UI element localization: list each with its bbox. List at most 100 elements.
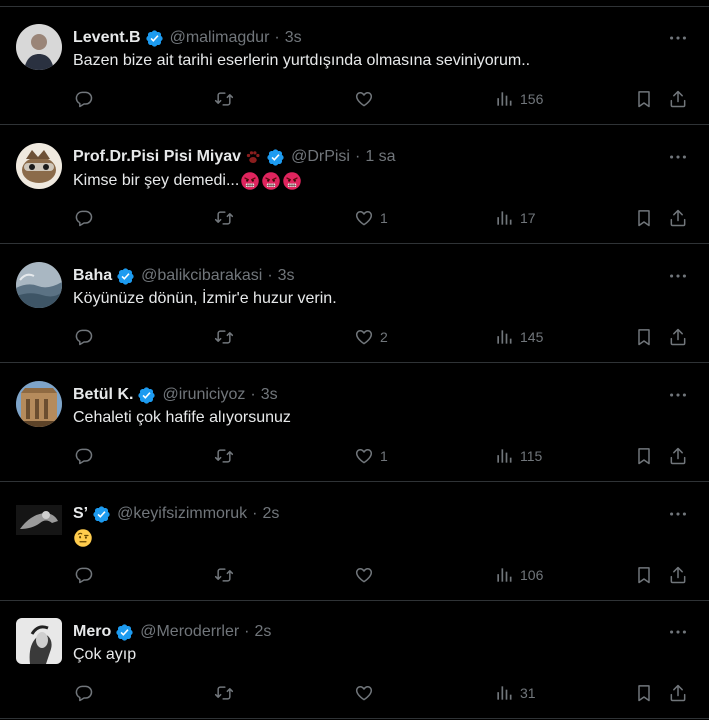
like-icon	[354, 89, 374, 109]
like-icon	[354, 565, 374, 585]
more-horizontal-icon[interactable]	[667, 503, 689, 525]
retweet-button[interactable]	[214, 563, 234, 587]
separator-dot: ·	[244, 623, 250, 640]
tweet-actions: 106	[72, 563, 692, 587]
views-button[interactable]: 156	[494, 87, 543, 111]
like-button[interactable]: 1	[354, 206, 388, 230]
bookmark-button[interactable]	[634, 563, 654, 587]
share-button[interactable]	[668, 681, 688, 705]
bookmark-button[interactable]	[634, 206, 654, 230]
timestamp[interactable]: 3s	[261, 386, 278, 404]
display-name[interactable]: Levent.B	[73, 29, 141, 47]
display-name[interactable]: Betül K.	[73, 386, 133, 404]
verified-badge-icon	[266, 148, 285, 167]
views-button[interactable]: 145	[494, 325, 543, 349]
reply-icon	[74, 89, 94, 109]
tweet-text: Çok ayıp	[73, 646, 137, 663]
user-handle[interactable]: @iruniciyoz	[162, 386, 245, 404]
share-button[interactable]	[668, 563, 688, 587]
retweet-button[interactable]	[214, 325, 234, 349]
views-icon	[494, 327, 514, 347]
more-horizontal-icon[interactable]	[667, 265, 689, 287]
retweet-button[interactable]	[214, 681, 234, 705]
tweet-header: Baha @balikcibarakasi · 3s	[73, 264, 649, 288]
reply-button[interactable]	[74, 563, 94, 587]
tweet[interactable]: S’ @keyifsizimmoruk · 2s 106	[0, 483, 709, 601]
views-button[interactable]: 115	[494, 444, 542, 468]
views-icon	[494, 446, 514, 466]
angry-face-icon	[240, 171, 260, 191]
user-handle[interactable]: @keyifsizimmoruk	[117, 505, 247, 523]
share-button[interactable]	[668, 206, 688, 230]
more-horizontal-icon[interactable]	[667, 384, 689, 406]
reply-icon	[74, 327, 94, 347]
share-button[interactable]	[668, 444, 688, 468]
display-name[interactable]: Prof.Dr.Pisi Pisi Miyav	[73, 148, 241, 166]
display-name[interactable]: S’	[73, 505, 88, 523]
like-button[interactable]	[354, 563, 380, 587]
timestamp[interactable]: 2s	[262, 505, 279, 523]
timestamp[interactable]: 1 sa	[365, 148, 395, 166]
more-horizontal-icon[interactable]	[667, 621, 689, 643]
retweet-button[interactable]	[214, 206, 234, 230]
reply-button[interactable]	[74, 444, 94, 468]
bookmark-button[interactable]	[634, 87, 654, 111]
tweet-header: S’ @keyifsizimmoruk · 2s	[73, 502, 649, 526]
user-handle[interactable]: @Meroderrler	[140, 623, 239, 641]
retweet-icon	[214, 683, 234, 703]
views-button[interactable]: 31	[494, 681, 536, 705]
views-button[interactable]: 106	[494, 563, 543, 587]
reply-button[interactable]	[74, 681, 94, 705]
reply-button[interactable]	[74, 325, 94, 349]
reply-button[interactable]	[74, 206, 94, 230]
timestamp[interactable]: 3s	[285, 29, 302, 47]
bookmark-button[interactable]	[634, 681, 654, 705]
tweet[interactable]: Betül K. @iruniciyoz · 3s Cehaleti çok h…	[0, 364, 709, 482]
avatar[interactable]	[16, 24, 62, 70]
share-button[interactable]	[668, 87, 688, 111]
retweet-button[interactable]	[214, 87, 234, 111]
views-icon	[494, 683, 514, 703]
tweet[interactable]: Prof.Dr.Pisi Pisi Miyav @DrPisi · 1 sa K…	[0, 126, 709, 244]
avatar[interactable]	[16, 618, 62, 664]
like-button[interactable]	[354, 87, 380, 111]
avatar[interactable]	[16, 381, 62, 427]
like-button[interactable]: 2	[354, 325, 388, 349]
reply-button[interactable]	[74, 87, 94, 111]
tweet-text: Kimse bir şey demedi...	[73, 172, 240, 189]
tweet-text: Köyünüze dönün, İzmir'e huzur verin.	[73, 290, 337, 307]
tweet[interactable]: Levent.B @malimagdur · 3s Bazen bize ait…	[0, 7, 709, 125]
face-with-raised-eyebrow-icon	[73, 528, 93, 548]
retweet-button[interactable]	[214, 444, 234, 468]
tweet[interactable]: Baha @balikcibarakasi · 3s Köyünüze dönü…	[0, 245, 709, 363]
bookmark-icon	[634, 446, 654, 466]
timestamp[interactable]: 2s	[255, 623, 272, 641]
like-count: 1	[380, 448, 388, 464]
more-horizontal-icon[interactable]	[667, 27, 689, 49]
like-button[interactable]	[354, 681, 380, 705]
paw-emoji-icon	[244, 148, 262, 166]
share-button[interactable]	[668, 325, 688, 349]
view-count: 145	[520, 329, 544, 345]
like-icon	[354, 208, 374, 228]
avatar[interactable]	[16, 143, 62, 189]
share-icon	[668, 446, 688, 466]
user-handle[interactable]: @balikcibarakasi	[141, 267, 262, 285]
display-name[interactable]: Baha	[73, 267, 112, 285]
bookmark-button[interactable]	[634, 325, 654, 349]
separator-dot: ·	[274, 29, 280, 46]
retweet-icon	[214, 565, 234, 585]
avatar[interactable]	[16, 262, 62, 308]
views-button[interactable]: 17	[494, 206, 536, 230]
timestamp[interactable]: 3s	[278, 267, 295, 285]
tweet-header: Mero @Meroderrler · 2s	[73, 620, 649, 644]
avatar[interactable]	[16, 505, 62, 535]
user-handle[interactable]: @DrPisi	[291, 148, 350, 166]
display-name[interactable]: Mero	[73, 623, 111, 641]
bookmark-button[interactable]	[634, 444, 654, 468]
tweet-text-row	[73, 528, 93, 548]
more-horizontal-icon[interactable]	[667, 146, 689, 168]
like-button[interactable]: 1	[354, 444, 388, 468]
user-handle[interactable]: @malimagdur	[170, 29, 270, 47]
tweet[interactable]: Mero @Meroderrler · 2s Çok ayıp 31	[0, 601, 709, 719]
